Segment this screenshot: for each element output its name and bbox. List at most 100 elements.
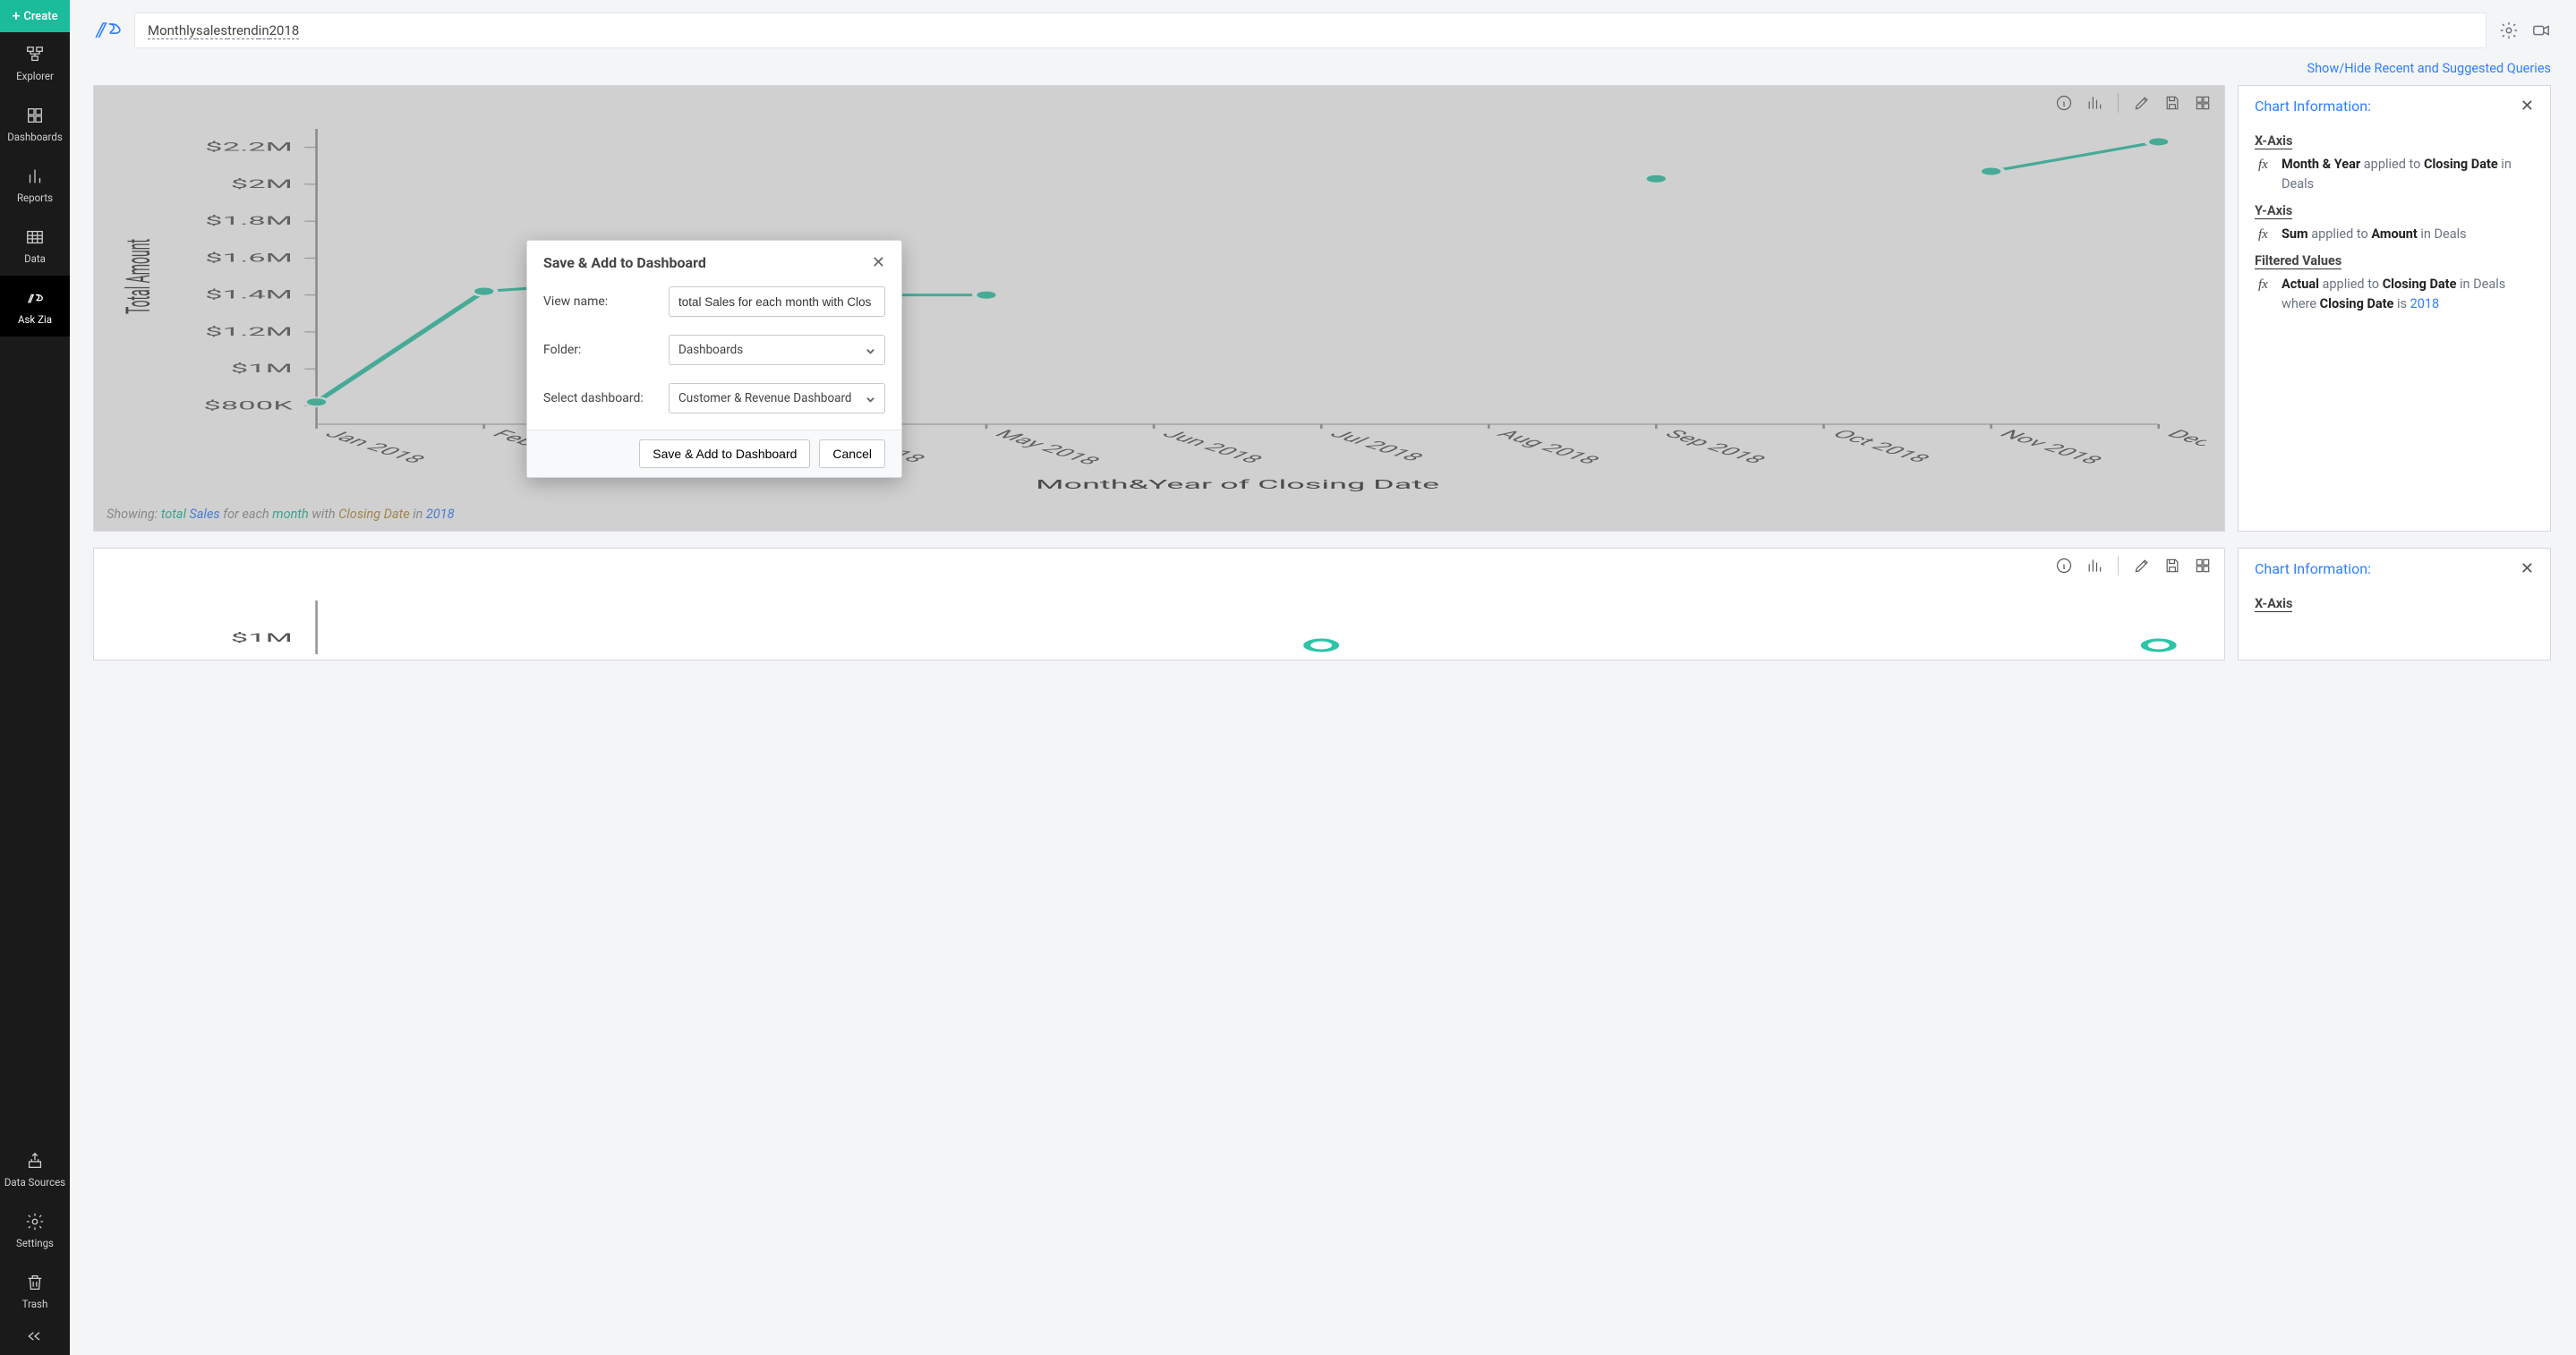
folder-value: Dashboards <box>678 343 743 357</box>
svg-text:Jun 2018: Jun 2018 <box>1156 428 1269 466</box>
video-icon[interactable] <box>2531 21 2551 40</box>
add-to-dashboard-icon[interactable] <box>2194 94 2212 112</box>
edit-icon[interactable] <box>2133 94 2151 112</box>
svg-text:Dec 2018: Dec 2018 <box>2162 428 2206 466</box>
chevron-down-icon <box>866 345 875 355</box>
dashboard-select[interactable]: Customer & Revenue Dashboard <box>669 383 885 413</box>
main-area: Monthly sales trend in 2018 Show/Hide Re… <box>70 0 2576 1355</box>
plus-icon: + <box>12 9 20 23</box>
fx-icon: fx <box>2258 275 2274 295</box>
close-icon[interactable]: ✕ <box>872 253 885 272</box>
dashboard-value: Customer & Revenue Dashboard <box>678 391 852 405</box>
svg-text:$1M: $1M <box>231 362 293 376</box>
save-dashboard-modal: Save & Add to Dashboard ✕ View name: Fol… <box>526 240 902 478</box>
line-chart-2: $1M <box>107 592 2206 654</box>
svg-text:May 2018: May 2018 <box>989 428 1106 467</box>
askzia-icon <box>25 288 45 308</box>
svg-text:Oct 2018: Oct 2018 <box>1826 428 1936 465</box>
close-icon[interactable]: ✕ <box>2521 559 2534 578</box>
sidebar-label-datasources: Data Sources <box>4 1176 65 1189</box>
collapse-icon <box>26 1330 44 1342</box>
chart-info-heading: Chart Information: <box>2255 560 2371 577</box>
svg-text:Month&Year of Closing Date: Month&Year of Closing Date <box>1036 478 1439 492</box>
svg-text:$1M: $1M <box>231 632 293 645</box>
svg-text:$1.2M: $1.2M <box>205 325 293 338</box>
svg-text:$1.6M: $1.6M <box>205 251 293 265</box>
filtered-label: Filtered Values <box>2255 253 2341 269</box>
info-icon[interactable] <box>2055 94 2073 112</box>
sidebar-label-reports: Reports <box>17 192 53 204</box>
line-chart-1: $800K$1M$1.2M$1.4M$1.6M$1.8M$2M$2.2MJan … <box>107 120 2206 496</box>
suggest-link[interactable]: Show/Hide Recent and Suggested Queries <box>70 59 2576 85</box>
searchbar-row: Monthly sales trend in 2018 <box>70 0 2576 59</box>
fx-icon: fx <box>2258 155 2274 175</box>
collapse-sidebar-button[interactable] <box>0 1321 70 1355</box>
chart-info-heading: Chart Information: <box>2255 98 2371 115</box>
sidebar-label-askzia: Ask Zia <box>18 313 52 326</box>
bar-chart-type-icon[interactable] <box>2086 94 2103 112</box>
sidebar-label-data: Data <box>24 252 46 265</box>
svg-text:Aug 2018: Aug 2018 <box>1491 428 1606 466</box>
chart-card-2: $1M <box>93 548 2225 660</box>
chart-toolbar-1 <box>94 86 2224 116</box>
gear-icon[interactable] <box>2499 21 2519 40</box>
create-label: Create <box>23 10 57 23</box>
reports-icon <box>25 166 45 186</box>
explorer-icon <box>25 45 45 64</box>
sidebar: + Create Explorer Dashboards Reports Dat… <box>0 0 70 1355</box>
yaxis-desc: fxSum applied to Amount in Deals <box>2255 225 2534 245</box>
add-to-dashboard-icon[interactable] <box>2194 557 2212 575</box>
save-icon[interactable] <box>2163 94 2181 112</box>
chart-toolbar-2 <box>94 549 2224 579</box>
svg-text:Total Amount: Total Amount <box>119 239 158 314</box>
xaxis-desc: fxMonth & Year applied to Closing Date i… <box>2255 155 2534 194</box>
filtered-desc: fxActual applied to Closing Date in Deal… <box>2255 275 2534 314</box>
chart-info-panel-1: Chart Information: ✕ X-Axis fxMonth & Ye… <box>2238 85 2551 532</box>
svg-text:Sep 2018: Sep 2018 <box>1659 428 1771 466</box>
search-input[interactable]: Monthly sales trend in 2018 <box>134 13 2486 48</box>
sidebar-item-trash[interactable]: Trash <box>0 1260 70 1321</box>
sidebar-item-datasources[interactable]: Data Sources <box>0 1138 70 1199</box>
xaxis-label: X-Axis <box>2255 596 2292 612</box>
modal-title: Save & Add to Dashboard <box>543 254 706 271</box>
info-icon[interactable] <box>2055 557 2073 575</box>
close-icon[interactable]: ✕ <box>2521 97 2534 115</box>
chevron-down-icon <box>866 394 875 404</box>
datasources-icon <box>25 1151 45 1171</box>
sidebar-item-settings[interactable]: Settings <box>0 1199 70 1260</box>
sidebar-item-data[interactable]: Data <box>0 215 70 276</box>
view-name-input[interactable] <box>669 286 885 317</box>
bar-chart-type-icon[interactable] <box>2086 557 2103 575</box>
cancel-button[interactable]: Cancel <box>819 439 885 468</box>
svg-text:$2.2M: $2.2M <box>205 141 293 154</box>
svg-text:$1.4M: $1.4M <box>205 288 293 302</box>
fx-icon: fx <box>2258 225 2274 245</box>
svg-text:Jul 2018: Jul 2018 <box>1324 428 1429 464</box>
select-dashboard-label: Select dashboard: <box>543 391 660 405</box>
svg-text:Jan 2018: Jan 2018 <box>319 428 431 466</box>
save-button[interactable]: Save & Add to Dashboard <box>639 439 810 468</box>
view-name-label: View name: <box>543 294 660 309</box>
data-icon <box>25 227 45 247</box>
settings-icon <box>25 1212 45 1231</box>
svg-text:$2M: $2M <box>231 177 293 191</box>
sidebar-label-explorer: Explorer <box>16 70 54 82</box>
chart-card-1: $800K$1M$1.2M$1.4M$1.6M$1.8M$2M$2.2MJan … <box>93 85 2225 532</box>
sidebar-item-askzia[interactable]: Ask Zia <box>0 276 70 337</box>
chart-info-panel-2: Chart Information: ✕ X-Axis <box>2238 548 2551 660</box>
folder-select[interactable]: Dashboards <box>669 335 885 365</box>
create-button[interactable]: + Create <box>0 0 70 32</box>
save-icon[interactable] <box>2163 557 2181 575</box>
sidebar-label-trash: Trash <box>22 1298 48 1310</box>
sidebar-item-dashboards[interactable]: Dashboards <box>0 93 70 154</box>
dashboards-icon <box>25 106 45 125</box>
sidebar-item-explorer[interactable]: Explorer <box>0 32 70 93</box>
folder-label: Folder: <box>543 343 660 357</box>
sidebar-label-dashboards: Dashboards <box>7 131 63 143</box>
edit-icon[interactable] <box>2133 557 2151 575</box>
toolbar-separator <box>2118 556 2119 575</box>
svg-text:$1.8M: $1.8M <box>205 215 293 228</box>
svg-text:Nov 2018: Nov 2018 <box>1993 428 2108 466</box>
sidebar-item-reports[interactable]: Reports <box>0 154 70 215</box>
sidebar-label-settings: Settings <box>16 1237 54 1249</box>
